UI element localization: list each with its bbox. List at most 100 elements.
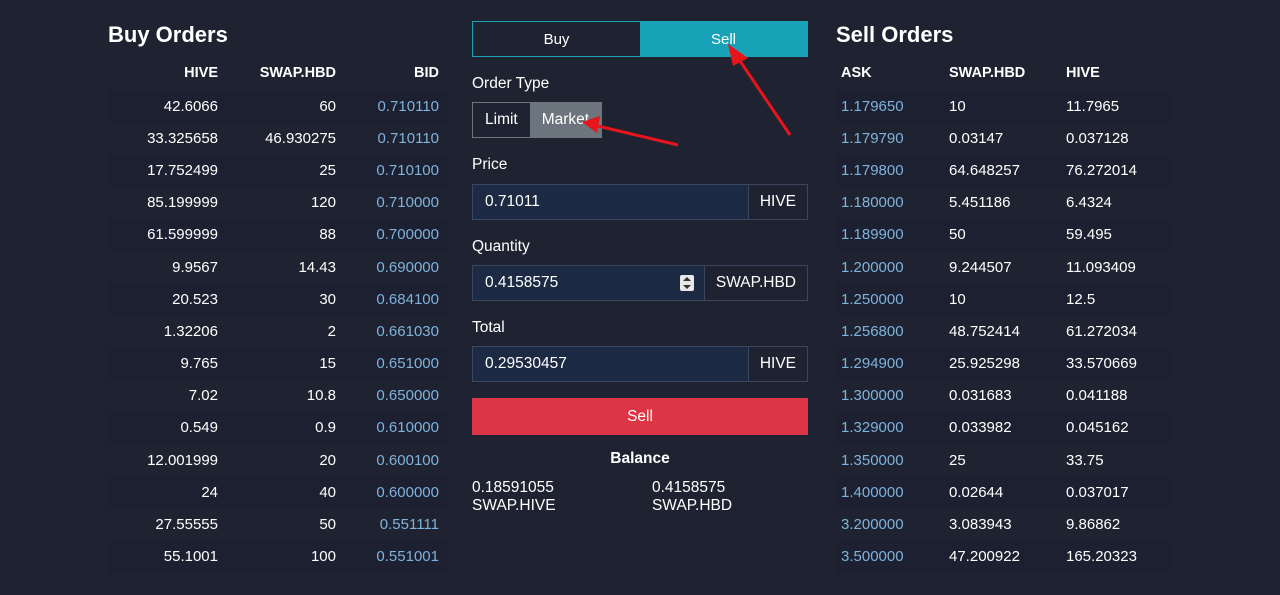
table-row[interactable]: 17.752499 25 0.710100	[108, 154, 448, 187]
table-cell: 1.179790	[836, 122, 949, 155]
table-cell: 0.690000	[336, 250, 448, 284]
table-cell: 1.179650	[836, 90, 949, 123]
table-cell: 0.041188	[1066, 379, 1170, 412]
column-header-swap-hbd: SWAP.HBD	[949, 65, 1026, 81]
sell-orders-body: 1.179650 10 11.7965 1.179790 0.03147 0.037128…	[836, 90, 1170, 573]
table-cell: 17.752499	[108, 154, 218, 187]
table-cell: 3.083943	[949, 508, 1066, 541]
sell-submit-button[interactable]: Sell	[472, 398, 808, 435]
table-cell: 9.765	[108, 347, 218, 380]
table-row[interactable]: 1.200000 9.244507 11.093409	[836, 250, 1170, 284]
quantity-stepper-icon[interactable]	[679, 275, 694, 291]
table-cell: 7.02	[108, 379, 218, 412]
table-cell: 0.650000	[336, 379, 448, 412]
table-row[interactable]: 1.189900 50 59.495	[836, 218, 1170, 251]
total-unit: HIVE	[747, 347, 807, 381]
buy-sell-toggle: Buy Sell	[472, 21, 808, 57]
table-cell: 0.661030	[336, 315, 448, 348]
table-cell: 10.8	[218, 379, 336, 412]
table-cell: 0.710100	[336, 154, 448, 187]
table-cell: 0.710110	[336, 122, 448, 155]
quantity-input-wrapper[interactable]: 0.4158575	[473, 266, 704, 300]
table-cell: 0.037128	[1066, 122, 1170, 155]
column-header-ask: ASK	[841, 65, 872, 81]
table-row[interactable]: 1.329000 0.033982 0.045162	[836, 411, 1170, 445]
table-cell: 0.9	[218, 411, 336, 445]
table-row[interactable]: 1.179800 64.648257 76.272014	[836, 154, 1170, 187]
table-cell: 20.523	[108, 283, 218, 316]
price-input[interactable]: 0.71011	[473, 185, 748, 219]
table-row[interactable]: 42.6066 60 0.710110	[108, 90, 448, 123]
price-label: Price	[472, 156, 508, 173]
table-cell: 9.86862	[1066, 508, 1170, 541]
table-row[interactable]: 20.523 30 0.684100	[108, 283, 448, 316]
table-cell: 12.001999	[108, 444, 218, 477]
sell-orders-title: Sell Orders	[836, 22, 954, 47]
table-row[interactable]: 0.549 0.9 0.610000	[108, 411, 448, 445]
table-row[interactable]: 1.350000 25 33.75	[836, 444, 1170, 477]
order-type-label: Order Type	[472, 75, 550, 92]
quantity-field: 0.4158575 SWAP.HBD	[472, 265, 808, 301]
column-header-hive: HIVE	[1066, 65, 1100, 81]
table-cell: 0.045162	[1066, 411, 1170, 445]
table-cell: 64.648257	[949, 154, 1066, 187]
table-row[interactable]: 12.001999 20 0.600100	[108, 444, 448, 477]
table-cell: 0.710000	[336, 186, 448, 219]
tab-sell[interactable]: Sell	[640, 22, 807, 56]
total-input[interactable]: 0.29530457	[473, 347, 748, 381]
table-header-row: ASK SWAP.HBD HIVE	[836, 56, 1170, 90]
table-cell: 33.325658	[108, 122, 218, 155]
table-row[interactable]: 9.9567 14.43 0.690000	[108, 250, 448, 284]
table-row[interactable]: 1.256800 48.752414 61.272034	[836, 315, 1170, 348]
table-cell: 0.710110	[336, 90, 448, 123]
table-cell: 0.651000	[336, 347, 448, 380]
total-label: Total	[472, 319, 505, 336]
table-cell: 1.180000	[836, 186, 949, 219]
table-row[interactable]: 55.1001 100 0.551001	[108, 540, 448, 573]
table-row[interactable]: 33.325658 46.930275 0.710110	[108, 122, 448, 155]
table-row[interactable]: 1.179650 10 11.7965	[836, 90, 1170, 123]
table-cell: 1.256800	[836, 315, 949, 348]
table-cell: 0.03147	[949, 122, 1066, 155]
table-row[interactable]: 1.250000 10 12.5	[836, 283, 1170, 316]
table-row[interactable]: 1.180000 5.451186 6.4324	[836, 186, 1170, 219]
table-row[interactable]: 1.300000 0.031683 0.041188	[836, 379, 1170, 412]
table-cell: 0.684100	[336, 283, 448, 316]
table-row[interactable]: 85.199999 120 0.710000	[108, 186, 448, 219]
table-row[interactable]: 1.400000 0.02644 0.037017	[836, 476, 1170, 509]
table-row[interactable]: 24 40 0.600000	[108, 476, 448, 509]
table-cell: 3.200000	[836, 508, 949, 541]
table-cell: 1.294900	[836, 347, 949, 380]
table-cell: 42.6066	[108, 90, 218, 123]
table-cell: 9.9567	[108, 250, 218, 284]
tab-buy[interactable]: Buy	[473, 22, 640, 56]
table-cell: 11.7965	[1066, 90, 1170, 123]
quantity-input[interactable]: 0.4158575	[485, 274, 558, 292]
table-cell: 30	[218, 283, 336, 316]
table-row[interactable]: 61.599999 88 0.700000	[108, 218, 448, 251]
table-row[interactable]: 1.294900 25.925298 33.570669	[836, 347, 1170, 380]
table-cell: 3.500000	[836, 540, 949, 573]
table-cell: 10	[949, 90, 1066, 123]
table-row[interactable]: 9.765 15 0.651000	[108, 347, 448, 380]
table-cell: 0.700000	[336, 218, 448, 251]
table-row[interactable]: 3.200000 3.083943 9.86862	[836, 508, 1170, 541]
table-row[interactable]: 7.02 10.8 0.650000	[108, 379, 448, 412]
table-cell: 50	[218, 508, 336, 541]
table-row[interactable]: 27.55555 50 0.551111	[108, 508, 448, 541]
table-cell: 0.610000	[336, 411, 448, 445]
order-type-market-button[interactable]: Market	[529, 103, 602, 137]
table-cell: 0.551111	[336, 508, 448, 541]
table-cell: 6.4324	[1066, 186, 1170, 219]
table-cell: 27.55555	[108, 508, 218, 541]
order-type-limit-button[interactable]: Limit	[473, 103, 530, 137]
table-header-row: HIVE SWAP.HBD BID	[108, 56, 448, 90]
table-cell: 1.350000	[836, 444, 949, 477]
table-row[interactable]: 1.179790 0.03147 0.037128	[836, 122, 1170, 155]
table-cell: 55.1001	[108, 540, 218, 573]
price-unit: HIVE	[747, 185, 807, 219]
table-cell: 2	[218, 315, 336, 348]
table-row[interactable]: 1.32206 2 0.661030	[108, 315, 448, 348]
table-cell: 0.600100	[336, 444, 448, 477]
table-row[interactable]: 3.500000 47.200922 165.20323	[836, 540, 1170, 573]
